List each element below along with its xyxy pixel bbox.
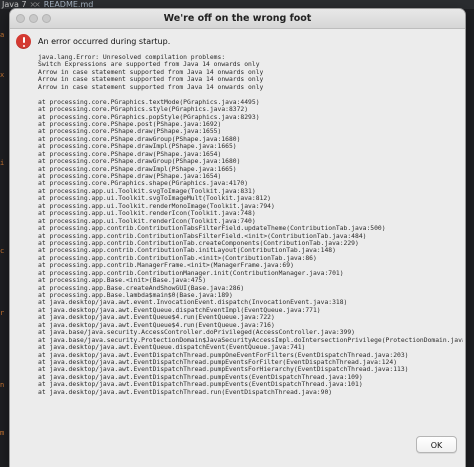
ok-button[interactable]: OK — [416, 436, 457, 453]
stack-frame-line: at processing.app.Base.lambda$main$0(Bas… — [38, 292, 233, 299]
error-headline: An error occurred during startup. — [38, 37, 171, 46]
stack-frame-line: at processing.core.PGraphics.shape(PGrap… — [38, 180, 249, 188]
stack-frame-line: at processing.core.PShape.drawImpl(PShap… — [38, 165, 237, 173]
stack-frame-line: at processing.app.ui.Toolkit.renderIcon(… — [38, 217, 256, 225]
stack-frame-line: at java.desktop/java.awt.EventQueue.disp… — [38, 306, 321, 314]
stack-frame-line: at processing.app.contrib.ContributionTa… — [38, 247, 336, 255]
error-message-line: Arrow in case statement supported from J… — [38, 68, 264, 76]
ide-tab-java[interactable]: Java 7 × — [2, 0, 36, 9]
error-icon — [16, 34, 31, 49]
dialog-title: We're off on the wrong foot — [163, 13, 312, 24]
stack-frame-line: at processing.core.PGraphics.popStyle(PG… — [38, 113, 260, 121]
stack-frame-line: at processing.core.PShape.post(PShape.ja… — [38, 120, 222, 128]
stack-frame-line: at java.desktop/java.awt.EventDispatchTh… — [38, 366, 409, 374]
stack-frame-line: at java.desktop/java.awt.EventDispatchTh… — [38, 351, 409, 359]
code-fragment: i — [0, 159, 5, 167]
stack-frame-line: at processing.app.contrib.ContributionTa… — [38, 232, 367, 240]
error-message-line: Arrow in case statement supported from J… — [38, 83, 264, 91]
stack-frame-line: at processing.app.ui.Toolkit.svgToImage(… — [38, 187, 256, 195]
stack-frame-line: at processing.app.Base.createAndShowGUI(… — [38, 284, 245, 292]
stack-frame-line: at processing.app.contrib.ContributionTa… — [38, 225, 386, 233]
stack-frame-line: at processing.app.contrib.ContributionTa… — [38, 254, 317, 262]
stack-frame-line: at processing.app.contrib.ManagerFrame.<… — [38, 262, 294, 270]
stack-frame-line: at processing.app.Base.<init>(Base.java:… — [38, 277, 207, 285]
code-fragment: n — [0, 381, 5, 389]
stack-trace-text: java.lang.Error: Unresolved compilation … — [38, 54, 463, 434]
stack-frame-line: at processing.app.ui.Toolkit.svgToImageM… — [38, 195, 271, 203]
stack-frame-line: at processing.app.contrib.ContributionTa… — [38, 239, 359, 247]
ide-tab-label: Java 7 — [2, 0, 27, 9]
stack-frame-line: at java.desktop/java.awt.event.Invocatio… — [38, 299, 348, 307]
stack-frame-line: at processing.app.ui.Toolkit.renderMonoI… — [38, 202, 275, 210]
stack-frame-line: at processing.core.PShape.drawGroup(PSha… — [38, 135, 241, 143]
stack-frame-line: at processing.core.PShape.draw(PShape.ja… — [38, 150, 222, 158]
error-message-line: java.lang.Error: Unresolved compilation … — [38, 54, 226, 61]
stack-frame-line: at java.desktop/java.awt.EventQueue$4.ru… — [38, 321, 275, 329]
code-fragment: r — [0, 309, 5, 317]
code-fragment: c — [0, 247, 5, 255]
stack-frame-line: at processing.app.ui.Toolkit.renderIcon(… — [38, 210, 256, 218]
ide-tab-label: README.md — [43, 0, 94, 9]
code-fragment: x — [0, 71, 5, 79]
stack-frame-line: at java.desktop/java.awt.EventQueue$4.ru… — [38, 314, 275, 322]
error-dialog: We're off on the wrong foot An error occ… — [10, 9, 465, 467]
stack-frame-line: at processing.core.PGraphics.textMode(PG… — [38, 98, 260, 106]
stack-frame-line: at processing.core.PShape.draw(PShape.ja… — [38, 128, 222, 136]
stack-frame-line: at processing.core.PShape.draw(PShape.ja… — [38, 173, 222, 180]
stack-frame-line: at java.desktop/java.awt.EventDispatchTh… — [38, 388, 333, 396]
stack-frame-line: at java.base/java.security.AccessControl… — [38, 329, 355, 337]
stack-frame-line: at processing.app.contrib.ContributionMa… — [38, 269, 344, 277]
dialog-titlebar[interactable]: We're off on the wrong foot — [10, 9, 465, 29]
stack-frame-line: at processing.core.PShape.drawImpl(PShap… — [38, 143, 237, 151]
stack-frame-line: at java.desktop/java.awt.EventDispatchTh… — [38, 358, 398, 366]
code-fragment: a — [0, 31, 5, 39]
stack-frame-line: at processing.core.PShape.drawGroup(PSha… — [38, 158, 241, 166]
trace-spacer — [38, 91, 463, 98]
stack-frame-line: at java.base/java.security.ProtectionDom… — [38, 336, 463, 344]
error-message-line: Arrow in case statement supported from J… — [38, 76, 264, 84]
tab-close-icon[interactable]: × — [34, 0, 41, 9]
stack-frame-line: at processing.core.PGraphics.style(PGrap… — [38, 106, 249, 114]
stack-frame-line: at java.desktop/java.awt.EventDispatchTh… — [38, 373, 363, 381]
error-message-line: Switch Expressions are supported from Ja… — [38, 61, 260, 69]
code-fragment: m — [0, 429, 5, 437]
stack-frame-line: at java.desktop/java.awt.EventDispatchTh… — [38, 381, 363, 389]
ide-tab-readme[interactable]: × README.md — [34, 0, 93, 9]
stack-frame-line: at java.desktop/java.awt.EventQueue.disp… — [38, 344, 306, 352]
ide-tab-bar: Java 7 × × README.md — [0, 0, 474, 9]
